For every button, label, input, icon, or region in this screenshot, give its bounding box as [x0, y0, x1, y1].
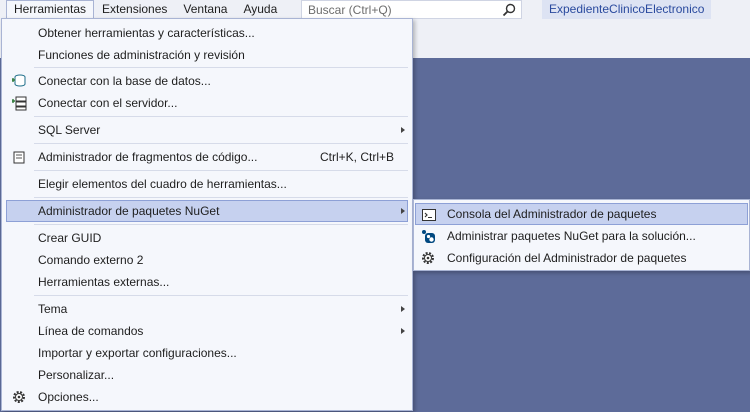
- menu-ventana[interactable]: Ventana: [175, 0, 235, 19]
- menu-items: Herramientas Extensiones Ventana Ayuda: [6, 0, 285, 19]
- menu-item-label: Herramientas externas...: [38, 275, 170, 289]
- menu-item-conectar-base-datos[interactable]: Conectar con la base de datos...: [6, 70, 408, 92]
- menu-item-label: Crear GUID: [38, 231, 102, 245]
- menu-item-label: Tema: [38, 302, 68, 316]
- submenu-item-configuracion[interactable]: Configuración del Administrador de paque…: [415, 247, 748, 269]
- gear-icon: [13, 391, 25, 403]
- submenu-arrow-icon: [401, 306, 405, 312]
- menu-item-label: Administrador de fragmentos de código...: [38, 150, 258, 164]
- menu-extensiones[interactable]: Extensiones: [94, 0, 175, 19]
- menu-item-elegir-elementos[interactable]: Elegir elementos del cuadro de herramien…: [6, 173, 408, 195]
- snippet-icon: [13, 151, 25, 164]
- menu-ayuda[interactable]: Ayuda: [235, 0, 285, 19]
- submenu-item-label: Consola del Administrador de paquetes: [447, 207, 657, 221]
- submenu-arrow-icon: [401, 208, 405, 214]
- tools-dropdown-menu: Obtener herramientas y características..…: [1, 18, 413, 411]
- menu-item-linea-comandos[interactable]: Línea de comandos: [6, 320, 408, 342]
- menu-item-label: Obtener herramientas y características..…: [38, 26, 255, 40]
- menu-item-label: SQL Server: [38, 123, 101, 137]
- menu-item-obtener-herramientas[interactable]: Obtener herramientas y características..…: [6, 22, 408, 44]
- submenu-item-administrar-paquetes[interactable]: Administrar paquetes NuGet para la soluc…: [415, 225, 748, 247]
- nuget-submenu: Consola del Administrador de paquetes Ad…: [413, 199, 750, 271]
- menu-separator: [34, 224, 408, 225]
- submenu-arrow-icon: [401, 328, 405, 334]
- menu-item-label: Línea de comandos: [38, 324, 144, 338]
- menu-item-tema[interactable]: Tema: [6, 298, 408, 320]
- menu-item-herramientas-externas[interactable]: Herramientas externas...: [6, 271, 408, 293]
- menu-item-label: Personalizar...: [38, 368, 115, 382]
- menu-item-label: Importar y exportar configuraciones...: [38, 346, 237, 360]
- menu-item-label: Conectar con la base de datos...: [38, 74, 211, 88]
- menu-item-comando-externo-2[interactable]: Comando externo 2: [6, 249, 408, 271]
- menu-item-shortcut: Ctrl+K, Ctrl+B: [320, 150, 395, 164]
- menu-separator: [34, 197, 408, 198]
- menu-item-sql-server[interactable]: SQL Server: [6, 119, 408, 141]
- menu-item-nuget[interactable]: Administrador de paquetes NuGet: [6, 200, 408, 222]
- menu-item-administrador-fragmentos[interactable]: Administrador de fragmentos de código...…: [6, 146, 408, 168]
- submenu-item-label: Administrar paquetes NuGet para la soluc…: [447, 229, 696, 243]
- search-placeholder: Buscar (Ctrl+Q): [308, 3, 392, 17]
- menu-separator: [34, 295, 408, 296]
- menu-item-opciones[interactable]: Opciones...: [6, 386, 408, 408]
- menu-item-label: Conectar con el servidor...: [38, 96, 178, 110]
- menu-separator: [34, 170, 408, 171]
- menu-item-importar-exportar[interactable]: Importar y exportar configuraciones...: [6, 342, 408, 364]
- menu-item-label: Comando externo 2: [38, 253, 144, 267]
- menu-item-label: Administrador de paquetes NuGet: [38, 204, 220, 218]
- gear-icon: [422, 252, 434, 264]
- menu-item-crear-guid[interactable]: Crear GUID: [6, 227, 408, 249]
- menu-item-funciones-administracion[interactable]: Funciones de administración y revisión: [6, 44, 408, 66]
- console-icon: [422, 209, 436, 221]
- search-icon[interactable]: [502, 3, 516, 17]
- submenu-item-label: Configuración del Administrador de paque…: [447, 251, 687, 265]
- menu-separator: [34, 116, 408, 117]
- server-connect-icon: [12, 96, 27, 111]
- database-connect-icon: [12, 74, 26, 87]
- menu-item-personalizar[interactable]: Personalizar...: [6, 364, 408, 386]
- menu-separator: [34, 67, 408, 68]
- menu-item-label: Opciones...: [38, 390, 99, 404]
- menu-item-conectar-servidor[interactable]: Conectar con el servidor...: [6, 92, 408, 114]
- menu-item-label: Elegir elementos del cuadro de herramien…: [38, 177, 287, 191]
- menu-separator: [34, 143, 408, 144]
- nuget-icon: [422, 230, 435, 243]
- search-input[interactable]: Buscar (Ctrl+Q): [301, 0, 522, 19]
- menu-item-label: Funciones de administración y revisión: [38, 48, 245, 62]
- project-title: ExpedienteClinicoElectronico: [542, 0, 712, 19]
- menu-herramientas[interactable]: Herramientas: [6, 0, 95, 19]
- submenu-item-consola[interactable]: Consola del Administrador de paquetes: [415, 203, 748, 225]
- submenu-arrow-icon: [401, 127, 405, 133]
